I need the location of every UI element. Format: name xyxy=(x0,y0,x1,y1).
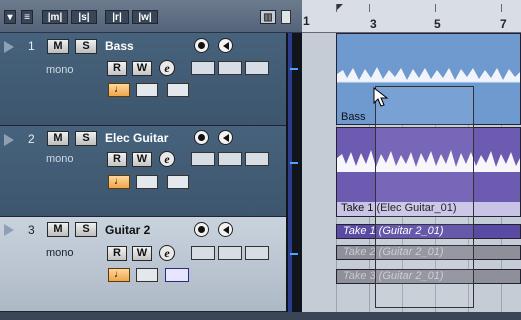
lane-display-icon[interactable] xyxy=(167,83,189,97)
edit-channel-button[interactable]: e xyxy=(159,245,175,261)
eq-bypass-icon[interactable] xyxy=(218,61,242,75)
header-collapse-button[interactable]: ▾ xyxy=(4,10,16,24)
lock-icon[interactable] xyxy=(136,268,158,282)
musical-time-icon[interactable]: ♩ xyxy=(108,83,130,97)
lock-icon[interactable] xyxy=(136,175,158,189)
monitor-button[interactable] xyxy=(218,130,233,145)
record-dot-icon xyxy=(198,42,205,49)
track-number: 1 xyxy=(28,39,35,53)
ruler-tick xyxy=(369,4,370,12)
track-number: 2 xyxy=(28,132,35,146)
horizontal-scrollbar[interactable] xyxy=(0,312,521,320)
send-bypass-icon[interactable] xyxy=(245,246,269,260)
track-list-header: ▾ ≡ |m| |s| |r| |w| ▥ xyxy=(0,0,302,33)
global-mute-button[interactable]: |m| xyxy=(42,10,68,24)
record-dot-icon xyxy=(198,134,205,141)
locator-marker-icon[interactable] xyxy=(337,4,343,10)
eq-bypass-icon[interactable] xyxy=(218,152,242,166)
track-lanes-icon[interactable]: ▥ xyxy=(260,10,276,24)
timeline-ruler[interactable]: 1 3 5 7 xyxy=(302,0,521,33)
record-enable-button[interactable] xyxy=(194,222,209,237)
ruler-mark: 3 xyxy=(370,17,377,31)
lane-display-icon[interactable] xyxy=(167,175,189,189)
meter-peak xyxy=(290,162,298,164)
header-scroll-handle[interactable] xyxy=(281,10,291,24)
solo-button[interactable]: S xyxy=(75,131,97,146)
monitor-button[interactable] xyxy=(218,222,233,237)
mute-button[interactable]: M xyxy=(47,39,69,54)
channel-mode: mono xyxy=(46,64,74,76)
lock-icon[interactable] xyxy=(136,83,158,97)
global-write-button[interactable]: |w| xyxy=(132,10,158,24)
write-automation-button[interactable]: W xyxy=(132,246,152,261)
track-row-elec-guitar[interactable]: 2 M S Elec Guitar mono R W e ♩ xyxy=(0,126,286,217)
ruler-tick xyxy=(501,4,502,12)
global-read-button[interactable]: |r| xyxy=(105,10,129,24)
meter-bar xyxy=(288,33,292,312)
record-enable-button[interactable] xyxy=(194,130,209,145)
ruler-mark: 7 xyxy=(500,17,507,31)
meter-peak xyxy=(290,253,298,255)
mute-button[interactable]: M xyxy=(47,131,69,146)
track-number: 3 xyxy=(28,223,35,237)
expand-triangle-icon[interactable] xyxy=(4,134,14,146)
channel-mode: mono xyxy=(46,247,74,259)
send-bypass-icon[interactable] xyxy=(245,61,269,75)
track-name[interactable]: Elec Guitar xyxy=(105,131,168,145)
mute-button[interactable]: M xyxy=(47,222,69,237)
eq-bypass-icon[interactable] xyxy=(218,246,242,260)
track-row-bass[interactable]: 1 M S Bass mono R W e ♩ xyxy=(0,33,286,126)
speaker-icon xyxy=(223,134,229,142)
track-row-guitar-2[interactable]: 3 M S Guitar 2 mono R W e ♩ xyxy=(0,217,286,312)
expand-triangle-icon[interactable] xyxy=(4,224,14,236)
write-automation-button[interactable]: W xyxy=(132,61,152,76)
ruler-mark: 1 xyxy=(303,14,310,28)
insert-bypass-icon[interactable] xyxy=(191,61,215,75)
channel-mode: mono xyxy=(46,153,74,165)
monitor-button[interactable] xyxy=(218,38,233,53)
musical-time-icon[interactable]: ♩ xyxy=(108,268,130,282)
solo-button[interactable]: S xyxy=(75,39,97,54)
ruler-tick xyxy=(435,4,436,12)
level-meter xyxy=(286,33,302,312)
insert-bypass-icon[interactable] xyxy=(191,246,215,260)
edit-channel-button[interactable]: e xyxy=(159,151,175,167)
header-menu-button[interactable]: ≡ xyxy=(21,10,33,24)
expand-triangle-icon[interactable] xyxy=(4,41,14,53)
insert-bypass-icon[interactable] xyxy=(191,152,215,166)
musical-time-icon[interactable]: ♩ xyxy=(108,175,130,189)
meter-peak xyxy=(290,68,298,70)
write-automation-button[interactable]: W xyxy=(132,152,152,167)
speaker-icon xyxy=(223,42,229,50)
range-selection[interactable] xyxy=(375,86,474,308)
solo-button[interactable]: S xyxy=(75,222,97,237)
record-enable-button[interactable] xyxy=(194,38,209,53)
track-name[interactable]: Guitar 2 xyxy=(105,223,150,237)
global-solo-button[interactable]: |s| xyxy=(71,10,97,24)
speaker-icon xyxy=(223,226,229,234)
mouse-pointer-icon xyxy=(373,86,389,107)
ruler-mark: 5 xyxy=(434,17,441,31)
lane-display-icon[interactable] xyxy=(165,268,189,282)
read-automation-button[interactable]: R xyxy=(107,152,127,167)
read-automation-button[interactable]: R xyxy=(107,61,127,76)
send-bypass-icon[interactable] xyxy=(245,152,269,166)
edit-channel-button[interactable]: e xyxy=(159,60,175,76)
event-name: Bass xyxy=(341,111,366,123)
read-automation-button[interactable]: R xyxy=(107,246,127,261)
track-name[interactable]: Bass xyxy=(105,39,134,53)
record-dot-icon xyxy=(198,226,205,233)
